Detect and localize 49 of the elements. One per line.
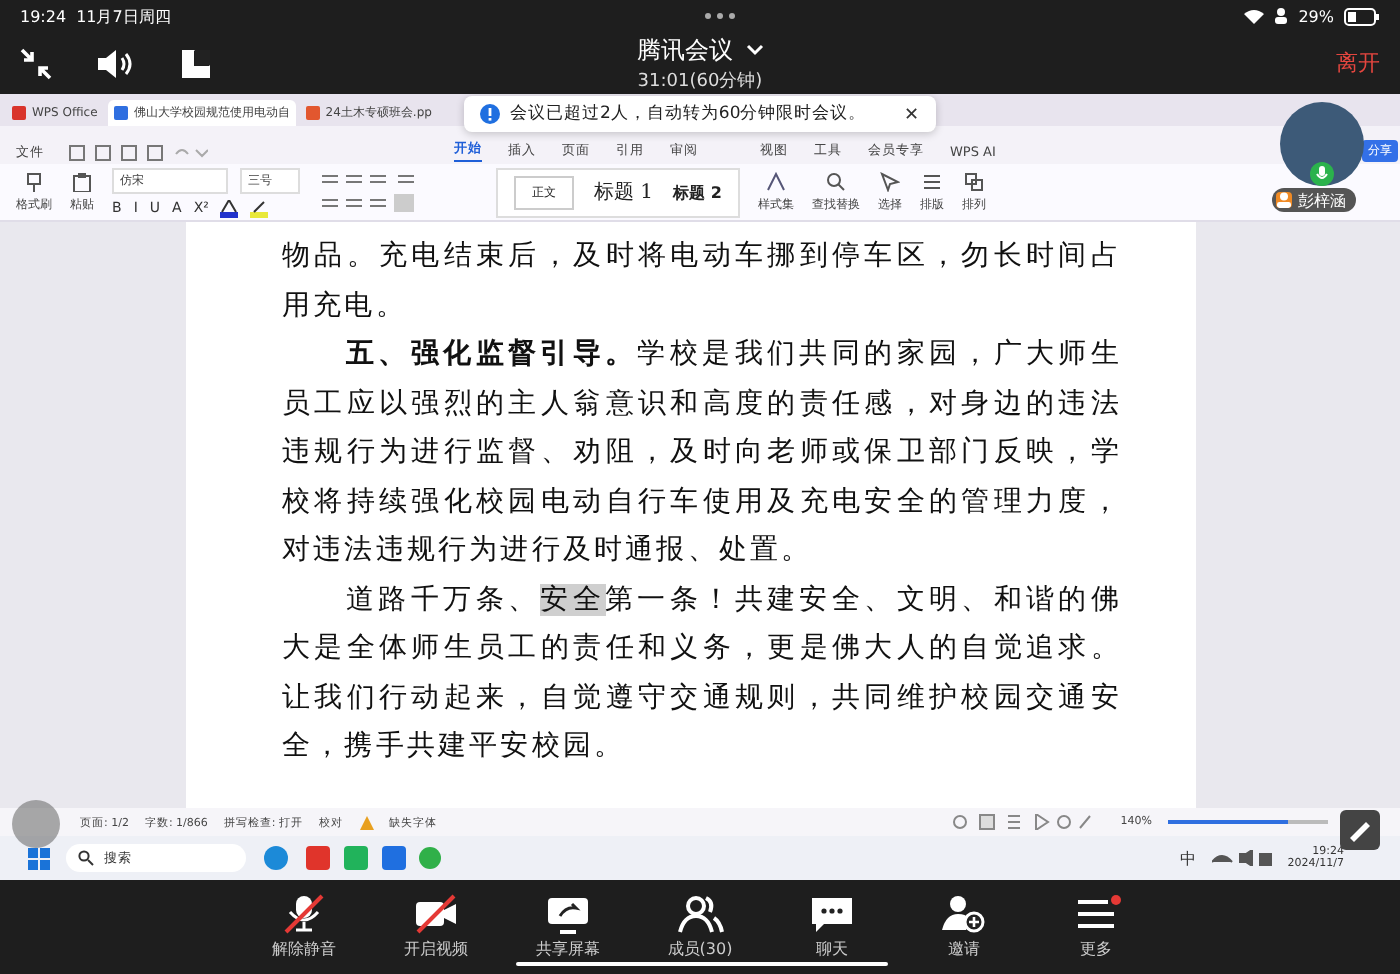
taskbar-apps-icon[interactable] [262,844,442,872]
leave-button[interactable]: 离开 [1336,48,1380,78]
search-icon[interactable] [825,171,846,191]
wifi-icon [1244,8,1265,24]
clipboard-icon[interactable] [72,171,92,191]
windows-logo-icon[interactable] [28,847,50,869]
dots-icon [704,12,736,20]
notice-text: 会议已超过2人，自动转为60分钟限时会议。 [510,102,867,126]
speaker-icon[interactable] [96,47,136,79]
battery-icon [1344,7,1380,25]
warning-icon [359,815,374,829]
arrange-icon[interactable] [963,171,984,191]
style-set-icon[interactable] [765,171,786,191]
info-icon [480,104,500,124]
toolbar-button[interactable]: 开启视频 [392,894,480,960]
toolbar-button[interactable]: 共享屏幕 [524,894,612,960]
search-icon [78,850,94,866]
style-preset[interactable]: 标题 1 [594,178,654,206]
style-preset[interactable]: 标题 2 [673,181,722,203]
shrink-icon[interactable] [20,47,52,79]
text-layout-icon[interactable] [921,171,942,191]
chevron-icon[interactable] [745,44,763,56]
toolbar-button[interactable]: 邀请 [920,894,1008,960]
paragraph: 道路千万条、安全 第一条！共建安全、文明、和谐的佛大是全体师生员工的责任和义务，更是佛大人的自觉追求。让我们行动起来，自觉遵守交通规则，共同维护校园交通安全，携手共建平安校园。 [282,581,1122,766]
tray-icon[interactable] [1211,850,1272,866]
toolbar-button[interactable]: 解除静音 [260,894,348,960]
toolbar-button[interactable]: 更多 [1052,894,1140,960]
toolbar-button[interactable]: 聊天 [788,894,876,960]
toolbar-button[interactable]: 成员(30) [656,894,744,960]
brush-icon[interactable] [24,171,44,191]
date-text: 11月7日周四 [76,5,171,27]
highlight-icon[interactable] [250,199,269,217]
view-mode-icon[interactable] [952,814,1093,830]
person-icon [1274,8,1289,24]
paragraph: 五、强化监督引导。学校是我们共同的家园，广大师生员工应以强烈的主人翁意识和高度的责任感，对身边的违法违规行为进行监督、劝阻，及时向老师或保卫部门反映，学校将持续强化校园电动自行车使用及充电安全的管理力度，对违法违规行为进行及时通报、处置。 [282,336,1122,570]
layout-icon[interactable] [180,47,212,79]
quick-access-icon[interactable] [68,144,208,162]
cursor-icon[interactable] [879,171,900,191]
meeting-title[interactable]: 腾讯会议 [637,33,733,67]
ime-indicator[interactable]: 中 [1179,847,1196,869]
participant-name: 彭梓涵 [1298,189,1346,211]
font-color-icon[interactable] [220,199,239,217]
meeting-timer: 31:01(60分钟) [637,69,763,93]
close-button[interactable]: ✕ [904,104,920,124]
pen-icon[interactable] [1340,810,1380,850]
paragraph: 物品。充电结束后，及时将电动车挪到停车区，勿长时间占用充电。 [282,238,1122,325]
person-icon [1276,192,1292,208]
clock-time: 19:24 [20,7,67,25]
battery-percent: 29% [1298,7,1334,25]
